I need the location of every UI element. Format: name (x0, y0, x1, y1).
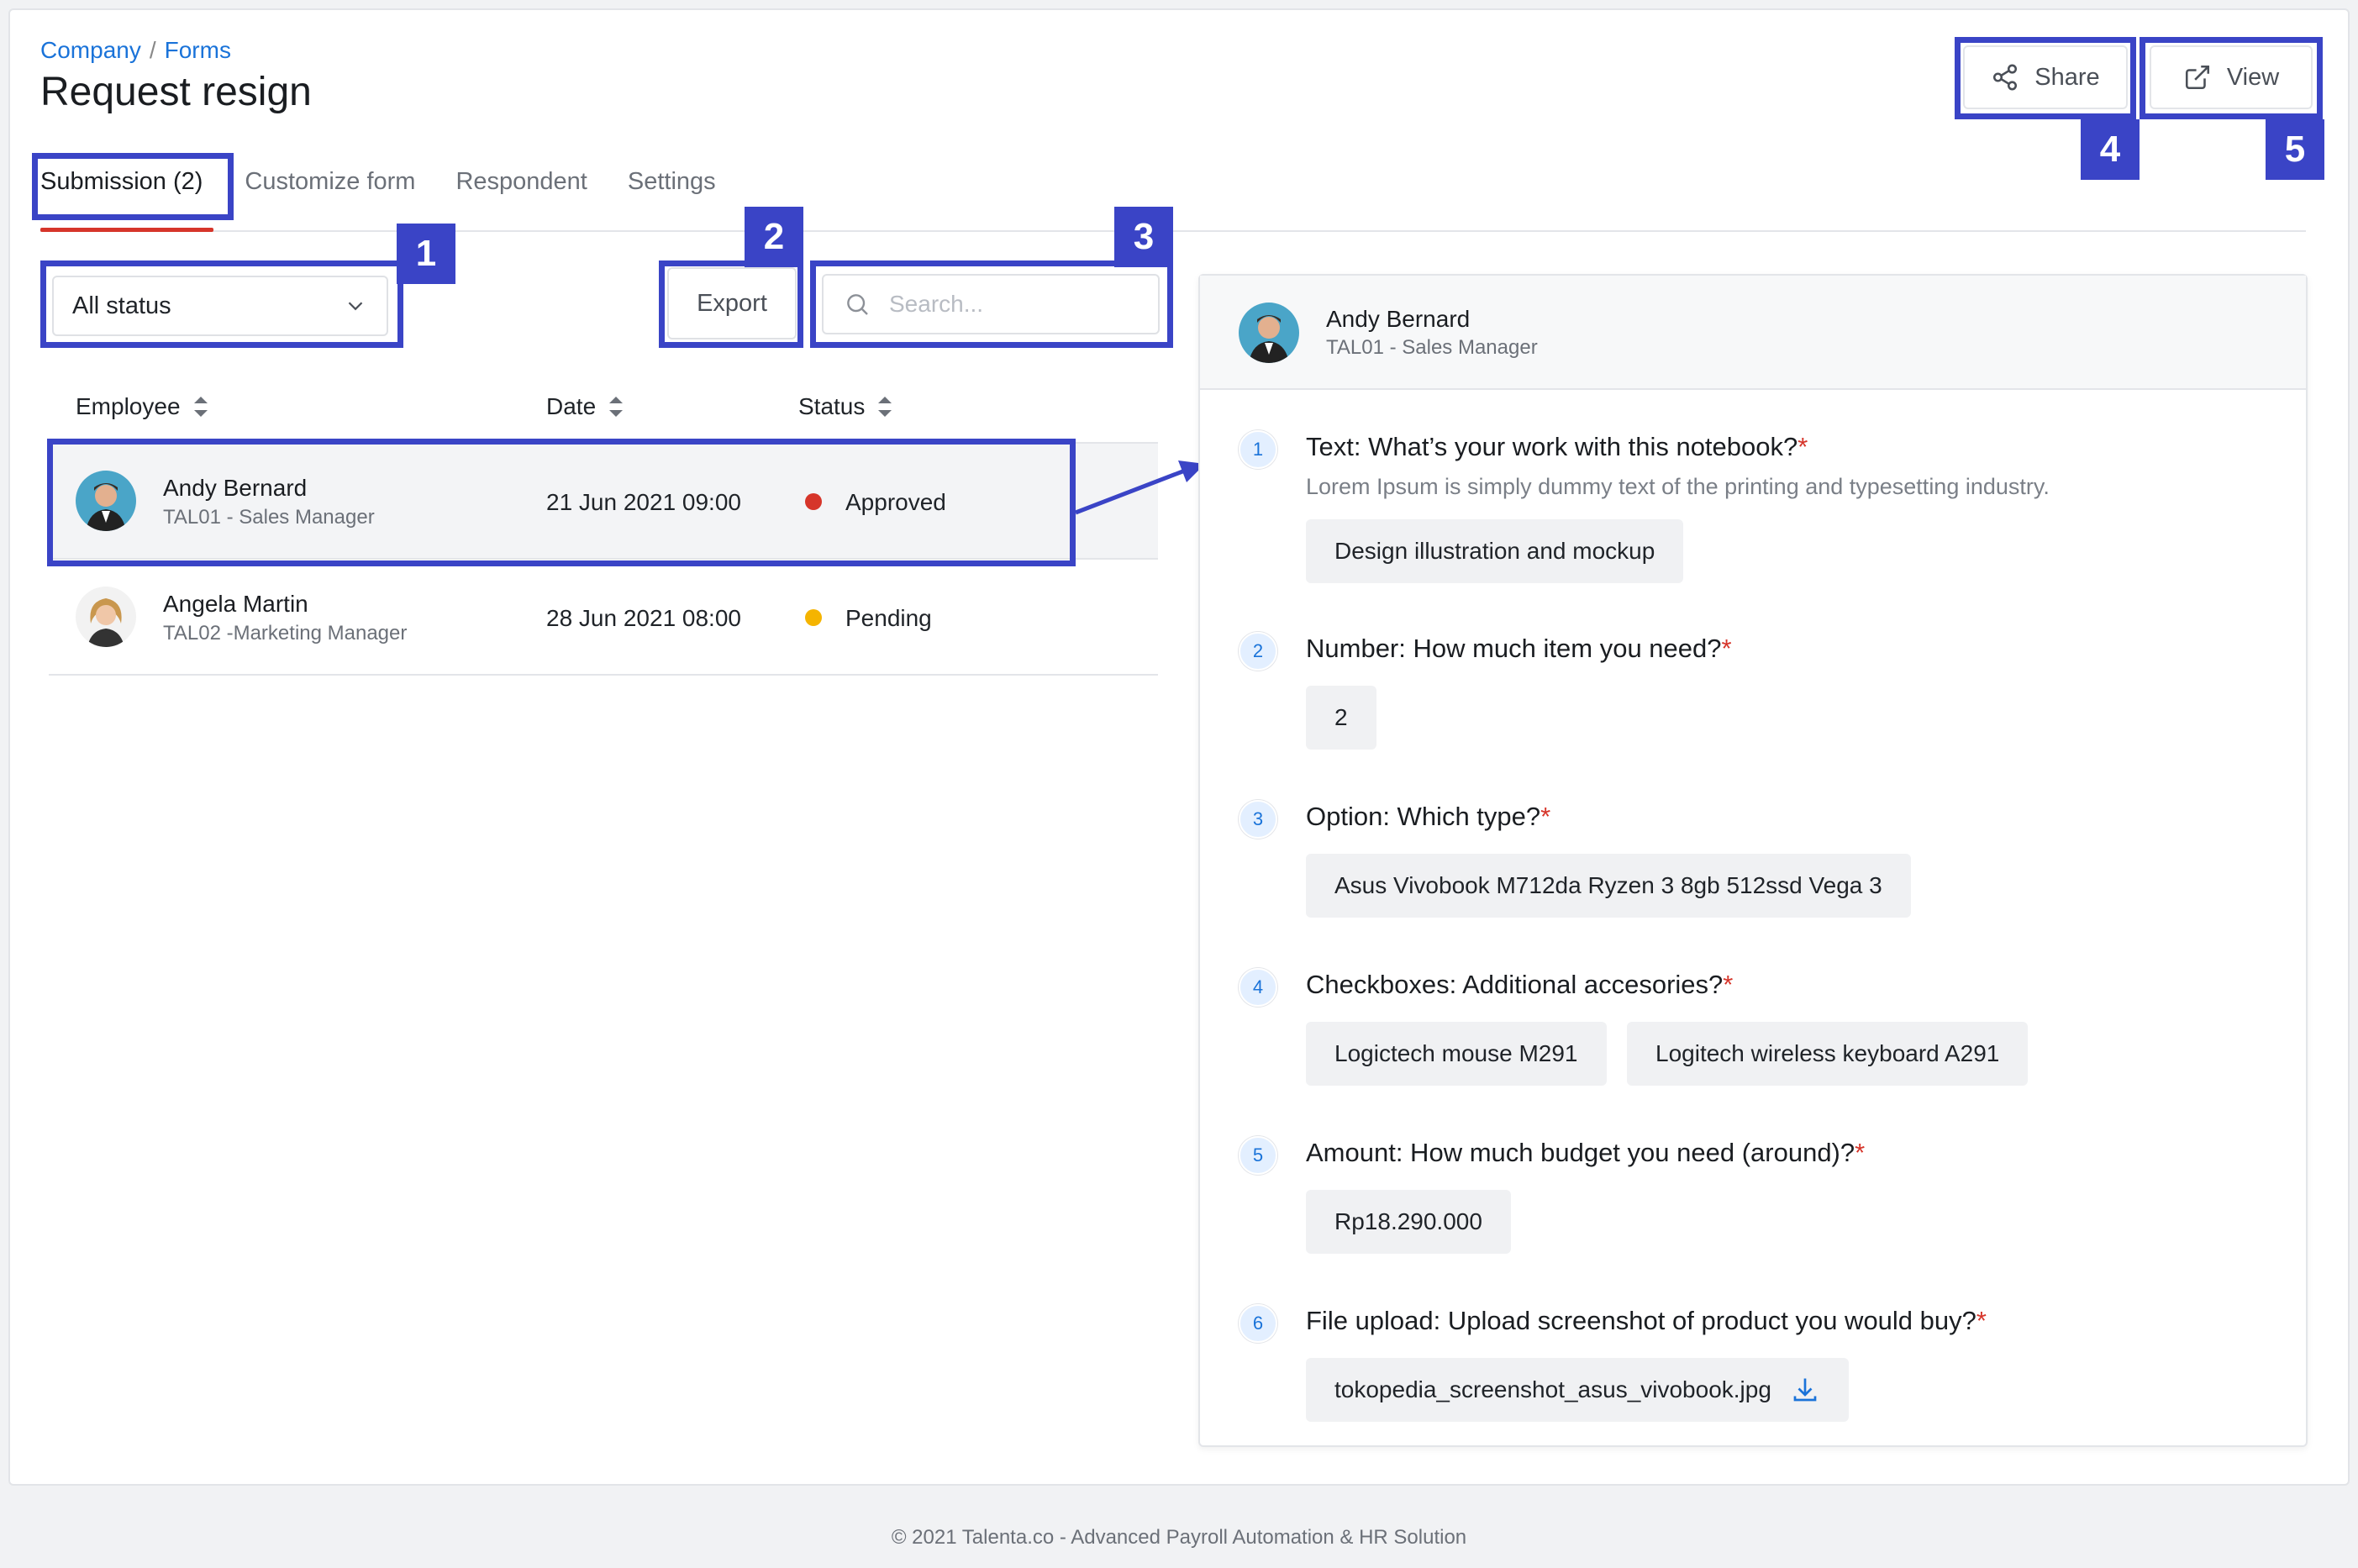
tab-divider (40, 230, 2306, 232)
employee-name: Angela Martin (163, 591, 308, 617)
detail-name: Andy Bernard (1326, 306, 1471, 332)
search-placeholder: Search... (889, 291, 984, 317)
required-mark: * (1797, 432, 1808, 461)
submission-date: 28 Jun 2021 08:00 (546, 605, 741, 631)
tab-respondent[interactable]: Respondent (455, 168, 587, 196)
employee-role: TAL02 -Marketing Manager (163, 622, 408, 645)
share-label: Share (2034, 63, 2100, 91)
footer-text: © 2021 Talenta.co - Advanced Payroll Aut… (891, 1526, 1467, 1549)
question-title: Text: What’s your work with this noteboo… (1306, 432, 1808, 461)
question-description: Lorem Ipsum is simply dummy text of the … (1306, 474, 2050, 499)
required-mark: * (1976, 1306, 1987, 1335)
status-dot-pending (805, 609, 822, 626)
sort-icon (193, 397, 208, 417)
sort-icon (878, 397, 892, 417)
required-mark: * (1855, 1138, 1866, 1167)
annotation-box-row (47, 439, 1076, 566)
status-text: Pending (845, 605, 932, 631)
breadcrumb-company[interactable]: Company (40, 37, 141, 63)
annotation-number-2: 2 (745, 207, 803, 267)
export-button[interactable]: Export (667, 267, 797, 339)
breadcrumb: Company / Forms (40, 37, 231, 64)
col-status-label: Status (798, 393, 866, 419)
chevron-down-icon (348, 302, 363, 311)
col-date-label: Date (546, 393, 597, 419)
view-label: View (2226, 63, 2280, 91)
annotation-number-1: 1 (397, 224, 455, 284)
file-attachment-chip[interactable]: tokopedia_screenshot_asus_vivobook.jpg (1306, 1358, 1849, 1422)
required-mark: * (1723, 970, 1734, 999)
answer-chip: Logitech wireless keyboard A291 (1627, 1022, 2029, 1086)
download-icon[interactable] (1790, 1375, 1820, 1405)
question-number: 3 (1239, 800, 1277, 839)
breadcrumb-separator: / (149, 37, 156, 63)
view-button[interactable]: View (2150, 45, 2313, 109)
question-number: 4 (1239, 968, 1277, 1007)
page-title: Request resign (40, 70, 312, 114)
active-tab-underline (40, 228, 213, 232)
sort-icon (609, 397, 624, 417)
answer-chip: Asus Vivobook M712da Ryzen 3 8gb 512ssd … (1306, 854, 1911, 918)
tab-customize-form[interactable]: Customize form (245, 168, 415, 196)
tab-bar: Submission (2) Customize form Respondent… (40, 168, 756, 196)
question-number: 6 (1239, 1304, 1277, 1343)
answer-chip: Rp18.290.000 (1306, 1190, 1511, 1254)
external-link-icon (2185, 65, 2209, 90)
tab-submission[interactable]: Submission (2) (40, 168, 203, 196)
answer-chip: 2 (1306, 686, 1376, 750)
required-mark: * (1540, 802, 1551, 831)
answer-chip: Logictech mouse M291 (1306, 1022, 1607, 1086)
annotation-number-4: 4 (2081, 119, 2140, 180)
share-icon (1993, 64, 2018, 91)
col-employee-header[interactable]: Employee (76, 393, 209, 420)
annotation-arrow (1075, 460, 1205, 515)
submission-detail-panel: Andy Bernard TAL01 - Sales Manager 1 Tex… (1198, 274, 2308, 1447)
col-status-header[interactable]: Status (798, 393, 893, 420)
status-filter-select[interactable]: All status (52, 276, 388, 336)
col-employee-label: Employee (76, 393, 181, 419)
answer-chip: Design illustration and mockup (1306, 519, 1684, 583)
question-number: 2 (1239, 632, 1277, 671)
avatar (76, 587, 136, 647)
share-button[interactable]: Share (1963, 45, 2128, 109)
question-title: Checkboxes: Additional accesories?* (1306, 970, 1734, 999)
annotation-number-5: 5 (2266, 119, 2324, 180)
question-title: Amount: How much budget you need (around… (1306, 1138, 1866, 1167)
file-name: tokopedia_screenshot_asus_vivobook.jpg (1334, 1376, 1771, 1402)
col-date-header[interactable]: Date (546, 393, 624, 420)
question-title: Option: Which type?* (1306, 802, 1551, 831)
question-number: 5 (1239, 1136, 1277, 1175)
question-number: 1 (1239, 430, 1277, 469)
search-icon (847, 294, 868, 315)
question-title: File upload: Upload screenshot of produc… (1306, 1306, 1987, 1335)
annotation-number-3: 3 (1114, 207, 1173, 267)
tab-settings[interactable]: Settings (628, 168, 716, 196)
status-filter-value: All status (72, 292, 171, 319)
search-input[interactable]: Search... (822, 274, 1160, 334)
avatar (1239, 303, 1299, 363)
question-title: Number: How much item you need?* (1306, 634, 1732, 663)
detail-role: TAL01 - Sales Manager (1326, 336, 1538, 359)
detail-header: Andy Bernard TAL01 - Sales Manager (1200, 276, 2306, 390)
required-mark: * (1721, 634, 1732, 663)
breadcrumb-forms[interactable]: Forms (165, 37, 231, 63)
